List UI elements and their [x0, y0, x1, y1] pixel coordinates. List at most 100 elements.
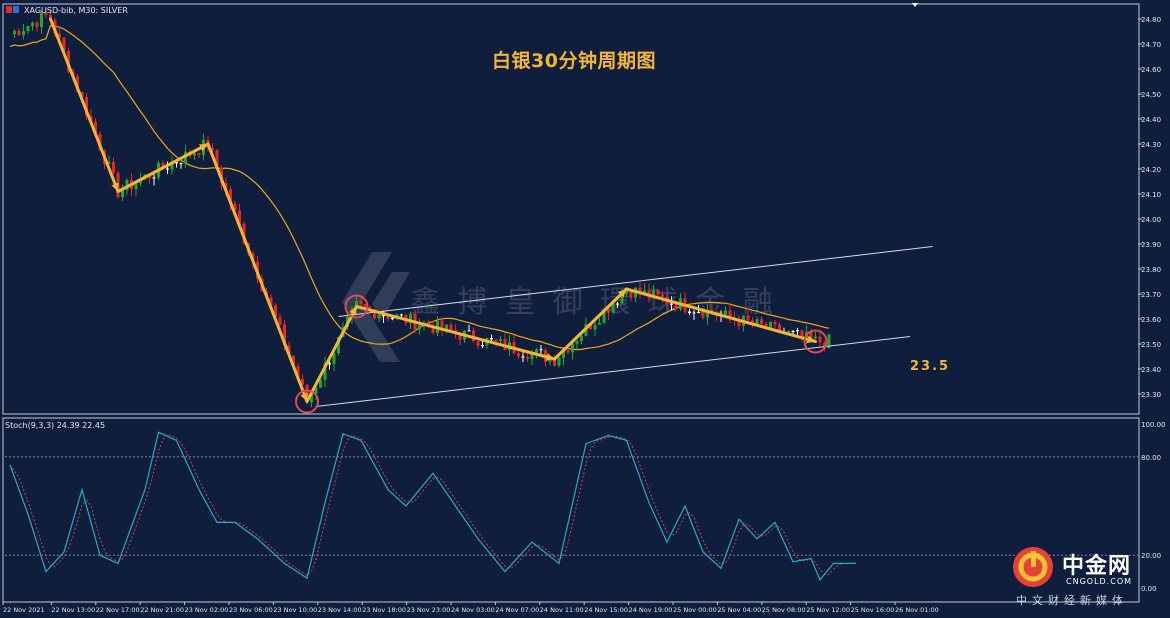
- candle: [31, 22, 34, 26]
- time-tick-label: 23 Nov 06:00: [229, 606, 273, 614]
- candle: [697, 311, 700, 313]
- brand-url: CNGOLD.COM: [1066, 577, 1133, 586]
- candle: [193, 153, 196, 156]
- candle: [791, 330, 795, 332]
- price-tick-label: 23.40: [1141, 366, 1161, 374]
- price-tick-label: 23.90: [1141, 241, 1161, 249]
- candle: [526, 356, 529, 360]
- time-tick-label: 23 Nov 02:00: [185, 606, 229, 614]
- candle: [521, 356, 525, 358]
- time-tick-label: 24 Nov 03:00: [451, 606, 495, 614]
- time-tick-label: 22 Nov 17:00: [96, 606, 140, 614]
- price-tick-label: 24.40: [1141, 116, 1161, 124]
- candle: [818, 336, 822, 343]
- chart-window-icon: [6, 6, 19, 13]
- candle: [661, 294, 664, 297]
- candle: [359, 301, 363, 304]
- price-tick-label: 24.80: [1141, 16, 1161, 24]
- chart-title: 白银30分钟周期图: [492, 50, 656, 72]
- price-tick-label: 23.30: [1141, 391, 1161, 399]
- price-tick-label: 23.50: [1141, 341, 1161, 349]
- time-tick-label: 25 Nov 04:00: [717, 606, 761, 614]
- candle: [598, 322, 601, 325]
- candle: [490, 337, 493, 340]
- price-tick-label: 24.50: [1141, 91, 1161, 99]
- candle: [575, 341, 579, 344]
- time-tick-label: 24 Nov 07:00: [495, 606, 539, 614]
- time-tick-label: 22 Nov 21:00: [140, 606, 184, 614]
- candle: [449, 324, 453, 331]
- candle: [571, 343, 574, 353]
- candle: [580, 335, 583, 342]
- candle: [17, 30, 21, 36]
- candle: [499, 339, 502, 342]
- chart-window: 鑫 搏 皇 御 環 球 金 融 24.80 24.70 24.60 24.50 24.4…: [0, 0, 1170, 618]
- price-tick-label: 23.80: [1141, 266, 1161, 274]
- candle: [688, 311, 691, 313]
- candle: [692, 312, 696, 314]
- price-tick-label: 24.20: [1141, 166, 1161, 174]
- candle: [377, 315, 381, 319]
- price-tick-label: 24.70: [1141, 41, 1161, 49]
- candle: [517, 353, 520, 357]
- candle: [400, 314, 403, 316]
- stoch-tick-label: 80.00: [1141, 454, 1161, 462]
- candle: [494, 339, 498, 342]
- candle: [814, 336, 817, 339]
- time-tick-label: 23 Nov 14:00: [318, 606, 362, 614]
- candle: [179, 163, 183, 165]
- candle: [26, 25, 30, 32]
- candle: [112, 161, 115, 173]
- candle: [724, 310, 727, 315]
- candle: [22, 31, 25, 36]
- candle: [593, 324, 597, 330]
- time-tick-label: 23 Nov 23:00: [407, 606, 451, 614]
- candle: [35, 22, 39, 27]
- candle: [760, 319, 763, 324]
- candle: [656, 290, 660, 295]
- candle: [796, 330, 799, 332]
- time-tick-label: 25 Nov 16:00: [851, 606, 895, 614]
- candle: [13, 30, 16, 35]
- symbol-info: XAGUSD-bib, M30: SILVER: [24, 6, 128, 15]
- candle: [566, 350, 570, 353]
- price-tick-label: 24.10: [1141, 191, 1161, 199]
- price-tick-label: 24.00: [1141, 216, 1161, 224]
- time-tick-label: 22 Nov 13:00: [51, 606, 95, 614]
- brand-logo-icon: [1013, 547, 1053, 587]
- candle: [476, 341, 480, 346]
- candle: [418, 325, 421, 330]
- brand-watermark: 中金网 CNGOLD.COM 中文财经新媒体: [1010, 544, 1160, 610]
- time-tick-label: 22 Nov 2021: [3, 606, 45, 614]
- price-tick-label: 24.30: [1141, 141, 1161, 149]
- brand-slogan: 中文财经新媒体: [1016, 594, 1128, 607]
- time-tick-label: 25 Nov 08:00: [762, 606, 806, 614]
- chart-canvas[interactable]: 鑫 搏 皇 御 環 球 金 融 24.8024.7024.6024.5024.4…: [0, 0, 1170, 618]
- stoch-tick-label: 100.00: [1141, 421, 1166, 429]
- candle: [467, 330, 471, 332]
- brand-name: 中金网: [1062, 554, 1132, 579]
- candle: [152, 177, 156, 179]
- candle: [481, 345, 484, 347]
- candle: [616, 303, 619, 305]
- candle: [746, 315, 750, 321]
- candle: [701, 311, 705, 318]
- candle: [755, 319, 759, 325]
- candle: [535, 349, 538, 353]
- time-tick-label: 26 Nov 01:00: [895, 606, 939, 614]
- time-tick-label: 25 Nov 12:00: [806, 606, 850, 614]
- stoch-label: Stoch(9,3,3) 24.39 22.45: [5, 421, 106, 430]
- candle: [166, 168, 169, 170]
- time-tick-label: 24 Nov 11:00: [540, 606, 584, 614]
- price-tick-label: 23.60: [1141, 316, 1161, 324]
- candle: [773, 321, 777, 325]
- candle: [670, 303, 673, 305]
- time-tick-label: 24 Nov 19:00: [629, 606, 673, 614]
- price-tick-label: 23.70: [1141, 291, 1161, 299]
- candle: [278, 317, 282, 325]
- candle: [557, 357, 561, 366]
- time-tick-label: 23 Nov 10:00: [273, 606, 317, 614]
- price-tick-label: 24.60: [1141, 66, 1161, 74]
- time-tick-label: 25 Nov 00:00: [673, 606, 717, 614]
- candle: [197, 153, 201, 156]
